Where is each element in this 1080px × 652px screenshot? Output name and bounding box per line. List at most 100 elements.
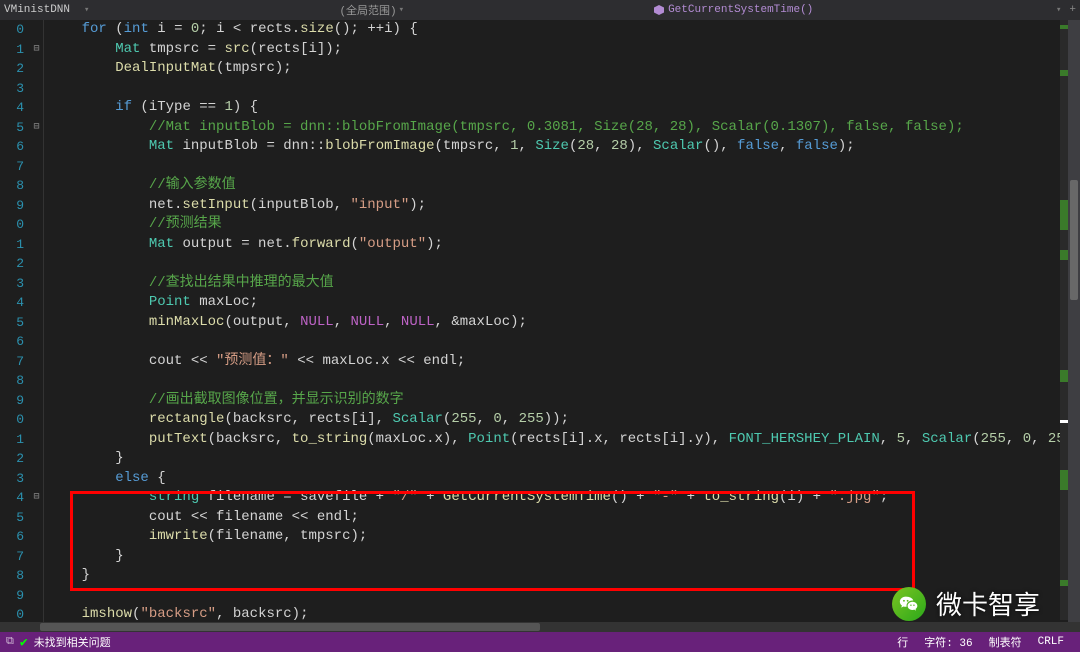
line-number: 1 [0, 430, 24, 450]
check-icon: ✔ [20, 635, 28, 650]
line-number: 1 [0, 235, 24, 255]
code-line[interactable]: else { [48, 469, 1080, 489]
code-line[interactable]: DealInputMat(tmpsrc); [48, 59, 1080, 79]
line-number: 6 [0, 137, 24, 157]
fold-toggle [30, 527, 43, 547]
chevron-down-icon[interactable]: ▾ [1056, 5, 1061, 15]
line-number: 9 [0, 586, 24, 606]
fold-toggle [30, 176, 43, 196]
fold-toggle [30, 469, 43, 489]
code-line[interactable]: //查找出结果中推理的最大值 [48, 274, 1080, 294]
fold-toggle [30, 98, 43, 118]
code-line[interactable]: //输入参数值 [48, 176, 1080, 196]
line-number: 4 [0, 488, 24, 508]
function-dropdown[interactable]: GetCurrentSystemTime() [654, 4, 813, 16]
breadcrumb-bar: VMinistDNN ▾ (全局范围) ▾ GetCurrentSystemTi… [0, 0, 1080, 20]
status-icon: ⧉ [6, 636, 14, 648]
scrollbar-thumb[interactable] [40, 623, 540, 631]
code-line[interactable] [48, 157, 1080, 177]
eol-indicator[interactable]: CRLF [1038, 636, 1064, 648]
code-line[interactable]: Mat inputBlob = dnn::blobFromImage(tmpsr… [48, 137, 1080, 157]
line-number: 5 [0, 508, 24, 528]
code-line[interactable]: rectangle(backsrc, rects[i], Scalar(255,… [48, 410, 1080, 430]
fold-toggle[interactable]: ⊟ [30, 118, 43, 138]
line-number: 9 [0, 391, 24, 411]
horizontal-scrollbar[interactable] [0, 622, 1080, 632]
fold-toggle [30, 371, 43, 391]
char-indicator[interactable]: 字符: 36 [924, 634, 972, 650]
fold-toggle [30, 79, 43, 99]
line-number: 2 [0, 59, 24, 79]
line-number: 7 [0, 547, 24, 567]
scrollbar-thumb[interactable] [1070, 180, 1078, 300]
fold-toggle [30, 293, 43, 313]
code-editor[interactable]: 01234567890123456789012345678901 ⊟⊟⊟ for… [0, 20, 1080, 632]
line-number: 5 [0, 313, 24, 333]
code-line[interactable]: Mat tmpsrc = src(rects[i]); [48, 40, 1080, 60]
chevron-down-icon[interactable]: ▾ [84, 5, 89, 15]
line-number: 8 [0, 371, 24, 391]
fold-toggle [30, 313, 43, 333]
fold-toggle [30, 566, 43, 586]
line-number: 0 [0, 20, 24, 40]
tabs-indicator[interactable]: 制表符 [989, 634, 1022, 650]
code-line[interactable]: string filename = savefile + "/" + GetCu… [48, 488, 1080, 508]
line-number: 6 [0, 527, 24, 547]
fold-toggle [30, 449, 43, 469]
code-line[interactable]: if (iType == 1) { [48, 98, 1080, 118]
fold-toggle [30, 157, 43, 177]
fold-toggle [30, 235, 43, 255]
issues-label[interactable]: 未找到相关问题 [34, 634, 111, 650]
code-line[interactable] [48, 254, 1080, 274]
line-number: 2 [0, 449, 24, 469]
status-bar: ⧉ ✔ 未找到相关问题 行 字符: 36 制表符 CRLF [0, 632, 1080, 652]
fold-toggle [30, 410, 43, 430]
line-number: 5 [0, 118, 24, 138]
line-number: 3 [0, 79, 24, 99]
overview-ruler[interactable] [1060, 20, 1068, 620]
line-indicator[interactable]: 行 [897, 634, 908, 650]
scope-dropdown[interactable]: (全局范围) [339, 2, 396, 18]
code-line[interactable]: } [48, 449, 1080, 469]
project-name[interactable]: VMinistDNN [4, 4, 82, 16]
line-number-gutter: 01234567890123456789012345678901 [0, 20, 30, 632]
code-line[interactable] [48, 79, 1080, 99]
code-line[interactable] [48, 371, 1080, 391]
fold-toggle[interactable]: ⊟ [30, 488, 43, 508]
fold-toggle [30, 508, 43, 528]
watermark: 微卡智享 [892, 585, 1040, 622]
chevron-down-icon[interactable]: ▾ [399, 5, 404, 15]
code-line[interactable]: imwrite(filename, tmpsrc); [48, 527, 1080, 547]
code-line[interactable]: } [48, 566, 1080, 586]
code-line[interactable]: for (int i = 0; i < rects.size(); ++i) { [48, 20, 1080, 40]
code-line[interactable]: Point maxLoc; [48, 293, 1080, 313]
code-line[interactable]: cout << "预测值：" << maxLoc.x << endl; [48, 352, 1080, 372]
fold-toggle [30, 59, 43, 79]
fold-toggle [30, 196, 43, 216]
fold-toggle [30, 215, 43, 235]
code-line[interactable]: cout << filename << endl; [48, 508, 1080, 528]
code-line[interactable]: net.setInput(inputBlob, "input"); [48, 196, 1080, 216]
line-number: 4 [0, 293, 24, 313]
code-line[interactable]: Mat output = net.forward("output"); [48, 235, 1080, 255]
vertical-scrollbar[interactable] [1068, 20, 1080, 632]
plus-icon[interactable]: + [1069, 4, 1076, 16]
line-number: 1 [0, 40, 24, 60]
caret-mark [1060, 420, 1068, 423]
code-line[interactable]: } [48, 547, 1080, 567]
code-line[interactable]: //Mat inputBlob = dnn::blobFromImage(tmp… [48, 118, 1080, 138]
code-line[interactable]: //画出截取图像位置，并显示识别的数字 [48, 391, 1080, 411]
code-area[interactable]: for (int i = 0; i < rects.size(); ++i) {… [44, 20, 1080, 632]
code-line[interactable]: minMaxLoc(output, NULL, NULL, NULL, &max… [48, 313, 1080, 333]
fold-column[interactable]: ⊟ ⊟ ⊟ [30, 20, 44, 632]
fold-toggle[interactable]: ⊟ [30, 40, 43, 60]
code-line[interactable]: putText(backsrc, to_string(maxLoc.x), Po… [48, 430, 1080, 450]
code-line[interactable] [48, 332, 1080, 352]
code-line[interactable]: //预测结果 [48, 215, 1080, 235]
line-number: 7 [0, 157, 24, 177]
line-number: 2 [0, 254, 24, 274]
line-number: 4 [0, 98, 24, 118]
fold-toggle [30, 20, 43, 40]
cube-icon [654, 5, 664, 15]
line-number: 0 [0, 410, 24, 430]
